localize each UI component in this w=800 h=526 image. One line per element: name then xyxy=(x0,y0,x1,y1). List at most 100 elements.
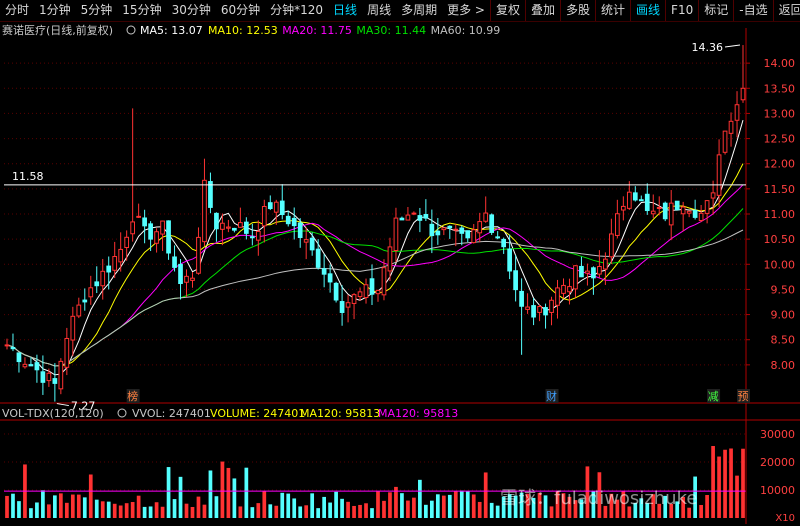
price-tick-label: 8.00 xyxy=(771,359,796,372)
candle-body xyxy=(28,364,34,367)
price-tick-label: 10.50 xyxy=(764,233,796,246)
volume-bar xyxy=(184,503,189,518)
candle-body xyxy=(357,291,363,298)
candle-body xyxy=(549,299,554,313)
candle-body xyxy=(728,120,734,134)
tool-button-3[interactable]: 统计 xyxy=(595,0,630,21)
candle-body xyxy=(734,104,740,121)
volume-bar xyxy=(238,506,243,518)
volume-bar xyxy=(226,467,231,518)
candle-body xyxy=(100,270,106,287)
candle-body xyxy=(148,223,153,240)
tool-button-1[interactable]: 叠加 xyxy=(524,0,560,21)
tool-button-6[interactable]: 标记 xyxy=(698,0,733,21)
event-marker[interactable]: 榜 xyxy=(127,389,138,403)
period-tab-6[interactable]: 分钟*120 xyxy=(265,0,328,21)
candle-body xyxy=(441,227,447,231)
period-tab-3[interactable]: 15分钟 xyxy=(117,0,166,21)
period-toolbar: 分时 1分钟 5分钟 15分钟 30分钟 60分钟 分钟*120 日线 周线 多周期 更多 > 复权叠… xyxy=(0,0,800,22)
period-tab-7[interactable]: 日线 xyxy=(328,0,362,21)
candle-body xyxy=(10,346,16,350)
candle-body xyxy=(220,222,225,230)
volume-bar xyxy=(358,504,362,518)
candle-body xyxy=(477,221,483,234)
tool-button-0[interactable]: 复权 xyxy=(489,0,525,21)
volume-bar xyxy=(58,493,63,518)
volume-bar xyxy=(148,506,153,518)
volume-bar xyxy=(106,501,111,518)
candle-body xyxy=(309,237,315,251)
volume-bar xyxy=(477,501,482,518)
tool-button-5[interactable]: F10 xyxy=(665,0,698,21)
candle-body xyxy=(232,227,237,231)
candle-body xyxy=(567,286,572,293)
volume-bar xyxy=(418,479,422,518)
price-tick-label: 13.00 xyxy=(764,107,796,120)
candle-body xyxy=(519,290,524,307)
candle-body xyxy=(674,200,680,211)
candle-body xyxy=(208,181,213,208)
volume-bar xyxy=(220,461,225,518)
candle-body xyxy=(435,230,441,236)
period-tab-10[interactable]: 更多 > xyxy=(442,0,490,21)
tool-button-7[interactable]: -自选 xyxy=(733,0,772,21)
tool-button-8[interactable]: 返回 xyxy=(772,0,800,21)
volume-bar xyxy=(29,508,33,518)
candle-body xyxy=(405,214,411,221)
candle-body xyxy=(525,306,530,310)
volume-bar xyxy=(705,495,709,518)
candle-body xyxy=(459,227,465,234)
candle-body xyxy=(238,222,243,228)
tool-button-4[interactable]: 画线 xyxy=(630,0,665,21)
candle-body xyxy=(393,217,399,252)
candle-body xyxy=(4,344,10,347)
price-tick-label: 14.00 xyxy=(764,57,796,70)
volume-tick-label: 10000 xyxy=(760,484,795,497)
candle-body xyxy=(124,236,130,249)
volume-bar xyxy=(262,491,267,518)
candle-body xyxy=(626,191,632,209)
tool-button-2[interactable]: 多股 xyxy=(560,0,595,21)
candle-body xyxy=(52,378,58,384)
candle-body xyxy=(142,217,147,227)
volume-bar xyxy=(136,495,141,518)
period-tab-8[interactable]: 周线 xyxy=(362,0,396,21)
candle-body xyxy=(267,202,273,210)
volume-bar xyxy=(717,456,721,518)
candle-body xyxy=(214,212,219,230)
period-tab-9[interactable]: 多周期 xyxy=(396,0,442,21)
volume-bar xyxy=(142,506,147,518)
period-tab-1[interactable]: 1分钟 xyxy=(34,0,76,21)
event-marker[interactable]: 财 xyxy=(546,389,557,403)
candle-body xyxy=(82,299,88,303)
candle-body xyxy=(561,284,566,294)
event-marker[interactable]: 减 xyxy=(708,390,719,403)
candle-body xyxy=(94,281,100,287)
period-tab-0[interactable]: 分时 xyxy=(0,0,34,21)
volume-bar xyxy=(17,501,21,518)
volume-bar xyxy=(723,449,727,518)
volume-bar xyxy=(118,505,123,518)
period-tab-2[interactable]: 5分钟 xyxy=(76,0,118,21)
volume-bar xyxy=(459,490,464,518)
candle-body xyxy=(555,287,560,306)
event-marker[interactable]: 预 xyxy=(738,390,749,403)
candle-body xyxy=(166,220,171,254)
period-tab-4[interactable]: 30分钟 xyxy=(167,0,216,21)
candle-body xyxy=(698,212,704,222)
volume-bar xyxy=(154,502,159,518)
candle-body xyxy=(692,209,698,218)
price-tick-label: 10.00 xyxy=(764,258,796,271)
candle-body xyxy=(620,205,626,211)
price-tick-label: 12.00 xyxy=(764,158,796,171)
volume-bar xyxy=(328,502,332,518)
volume-bar xyxy=(483,472,488,518)
candle-body xyxy=(351,294,357,304)
candle-body xyxy=(603,258,608,270)
candle-body xyxy=(297,222,303,239)
volume-bar xyxy=(130,502,135,518)
candle-body xyxy=(70,315,76,341)
period-tab-5[interactable]: 60分钟 xyxy=(216,0,265,21)
candle-body xyxy=(417,215,423,221)
volume-legend-item: VOLUME: 247401 xyxy=(210,407,305,420)
